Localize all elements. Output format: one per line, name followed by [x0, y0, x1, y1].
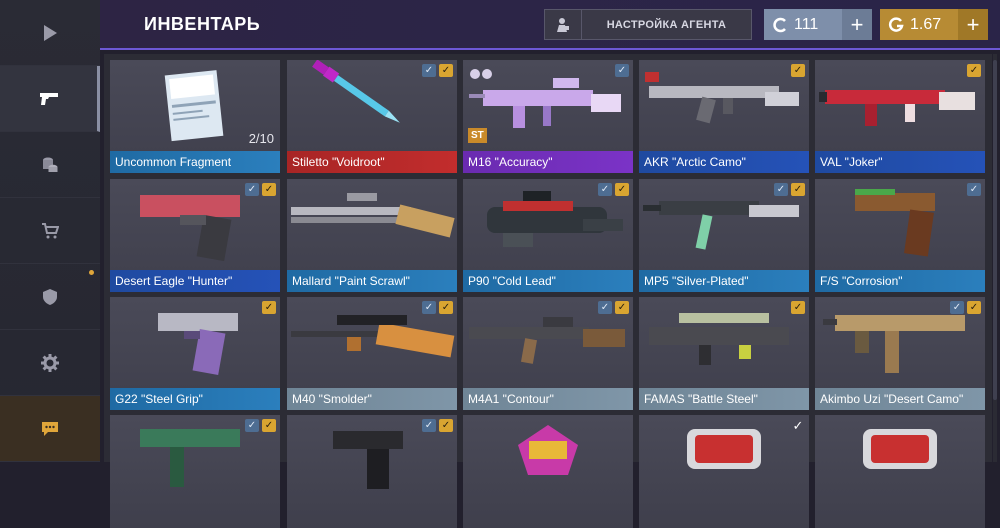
- inventory-item-row4-4[interactable]: ✓: [639, 415, 809, 528]
- gold-coin-icon: [888, 16, 904, 32]
- smg-image: [643, 201, 799, 250]
- knife-image: [312, 60, 400, 123]
- sidebar-item-settings[interactable]: [0, 330, 100, 396]
- inventory-item-mallard[interactable]: Mallard "Paint Scrawl": [287, 179, 457, 292]
- pistol-image: [333, 431, 403, 489]
- pistol-image: [855, 189, 935, 257]
- stattrack-badge: ST: [468, 128, 487, 143]
- inventory-item-row4-1[interactable]: ✓ ✓: [110, 415, 280, 528]
- item-count: 2/10: [248, 131, 274, 146]
- rifle-image: [469, 69, 621, 128]
- inventory-item-mp5[interactable]: ✓ ✓ MP5 "Silver-Plated": [639, 179, 809, 292]
- inventory-item-stiletto[interactable]: ✓ ✓ Stiletto "Voidroot": [287, 60, 457, 173]
- sidebar-item-inventory[interactable]: [0, 66, 100, 132]
- scrollbar-thumb[interactable]: [993, 60, 997, 400]
- sidebar-item-coins[interactable]: [0, 132, 100, 198]
- inventory-item-row4-3[interactable]: [463, 415, 633, 528]
- item-name: FAMAS "Battle Steel": [639, 388, 809, 410]
- add-gold-button[interactable]: +: [958, 9, 988, 40]
- item-name: Akimbo Uzi "Desert Camo": [815, 388, 985, 410]
- inventory-item-akimbo-uzi[interactable]: ✓ ✓ Akimbo Uzi "Desert Camo": [815, 297, 985, 410]
- inventory-grid: 2/10 Uncommon Fragment ✓ ✓ Stiletto "Void…: [104, 54, 992, 528]
- item-name: M16 "Accuracy": [463, 151, 633, 173]
- gold-balance: 1.67: [910, 15, 942, 33]
- item-name: VAL "Joker": [815, 151, 985, 173]
- silver-currency: 111 +: [764, 9, 872, 40]
- item-name: G22 "Steel Grip": [110, 388, 280, 410]
- agent-icon: [545, 10, 582, 39]
- add-silver-button[interactable]: +: [842, 9, 872, 40]
- inventory-item-desert-eagle[interactable]: ✓ ✓ Desert Eagle "Hunter": [110, 179, 280, 292]
- inventory-item-akr[interactable]: ✓ AKR "Arctic Camo": [639, 60, 809, 173]
- sidebar-item-clan[interactable]: [0, 264, 100, 330]
- inventory-item-uncommon-fragment[interactable]: 2/10 Uncommon Fragment: [110, 60, 280, 173]
- rifle-image: [649, 313, 789, 365]
- top-bar: ИНВЕНТАРЬ НАСТРОЙКА АГЕНТА 111 + 1.67 +: [100, 0, 1000, 50]
- sidebar-item-chat[interactable]: [0, 396, 100, 462]
- smg-image: [823, 315, 965, 373]
- silver-balance: 111: [794, 15, 819, 33]
- item-name: M4A1 "Contour": [463, 388, 633, 410]
- chat-icon: [42, 421, 58, 436]
- inventory-item-fs[interactable]: ✓ F/S "Corrosion": [815, 179, 985, 292]
- shotgun-image: [291, 193, 455, 238]
- page-title: ИНВЕНТАРЬ: [144, 14, 261, 34]
- gear-icon: [41, 353, 59, 372]
- coins-icon: [43, 157, 58, 172]
- inventory-item-p90[interactable]: ✓ ✓ P90 "Cold Lead": [463, 179, 633, 292]
- cart-icon: [42, 222, 59, 238]
- item-name: Uncommon Fragment: [110, 151, 280, 173]
- silver-coin-icon: [773, 17, 786, 32]
- item-name: AKR "Arctic Camo": [639, 151, 809, 173]
- rifle-image: [469, 317, 625, 364]
- inventory-item-m40[interactable]: ✓ ✓ M40 "Smolder": [287, 297, 457, 410]
- inventory-item-g22[interactable]: ✓ G22 "Steel Grip": [110, 297, 280, 410]
- item-name: Mallard "Paint Scrawl": [287, 270, 457, 292]
- item-name: Stiletto "Voidroot": [287, 151, 457, 173]
- sticker-image: [518, 425, 578, 475]
- gold-currency: 1.67 +: [880, 9, 988, 40]
- sniper-image: [291, 315, 455, 358]
- item-name: Desert Eagle "Hunter": [110, 270, 280, 292]
- pistol-image: [140, 195, 240, 262]
- rifle-image: [819, 90, 975, 126]
- inventory-item-famas[interactable]: ✓ FAMAS "Battle Steel": [639, 297, 809, 410]
- notification-dot: [89, 270, 94, 275]
- sidebar-item-shop[interactable]: [0, 198, 100, 264]
- pistol-image: [158, 313, 238, 375]
- agent-settings-button[interactable]: НАСТРОЙКА АГЕНТА: [544, 9, 752, 40]
- rifle-image: [645, 72, 799, 124]
- inventory-item-row4-5[interactable]: [815, 415, 985, 528]
- logo-image: [863, 429, 937, 469]
- play-icon: [44, 24, 57, 41]
- inventory-item-m4a1[interactable]: ✓ ✓ M4A1 "Contour": [463, 297, 633, 410]
- logo-image: [687, 429, 761, 469]
- sidebar: [0, 0, 100, 462]
- smg-image: [487, 191, 623, 247]
- pistol-icon: [39, 92, 58, 105]
- shield-icon: [43, 288, 57, 305]
- item-name: P90 "Cold Lead": [463, 270, 633, 292]
- inventory-item-row4-2[interactable]: ✓ ✓: [287, 415, 457, 528]
- inventory-item-val[interactable]: ✓ VAL "Joker": [815, 60, 985, 173]
- sidebar-item-play[interactable]: [0, 0, 100, 66]
- item-name: MP5 "Silver-Plated": [639, 270, 809, 292]
- agent-settings-label: НАСТРОЙКА АГЕНТА: [606, 18, 727, 31]
- smg-image: [140, 429, 240, 487]
- inventory-item-m16[interactable]: ✓ ST M16 "Accuracy": [463, 60, 633, 173]
- item-name: M40 "Smolder": [287, 388, 457, 410]
- item-name: F/S "Corrosion": [815, 270, 985, 292]
